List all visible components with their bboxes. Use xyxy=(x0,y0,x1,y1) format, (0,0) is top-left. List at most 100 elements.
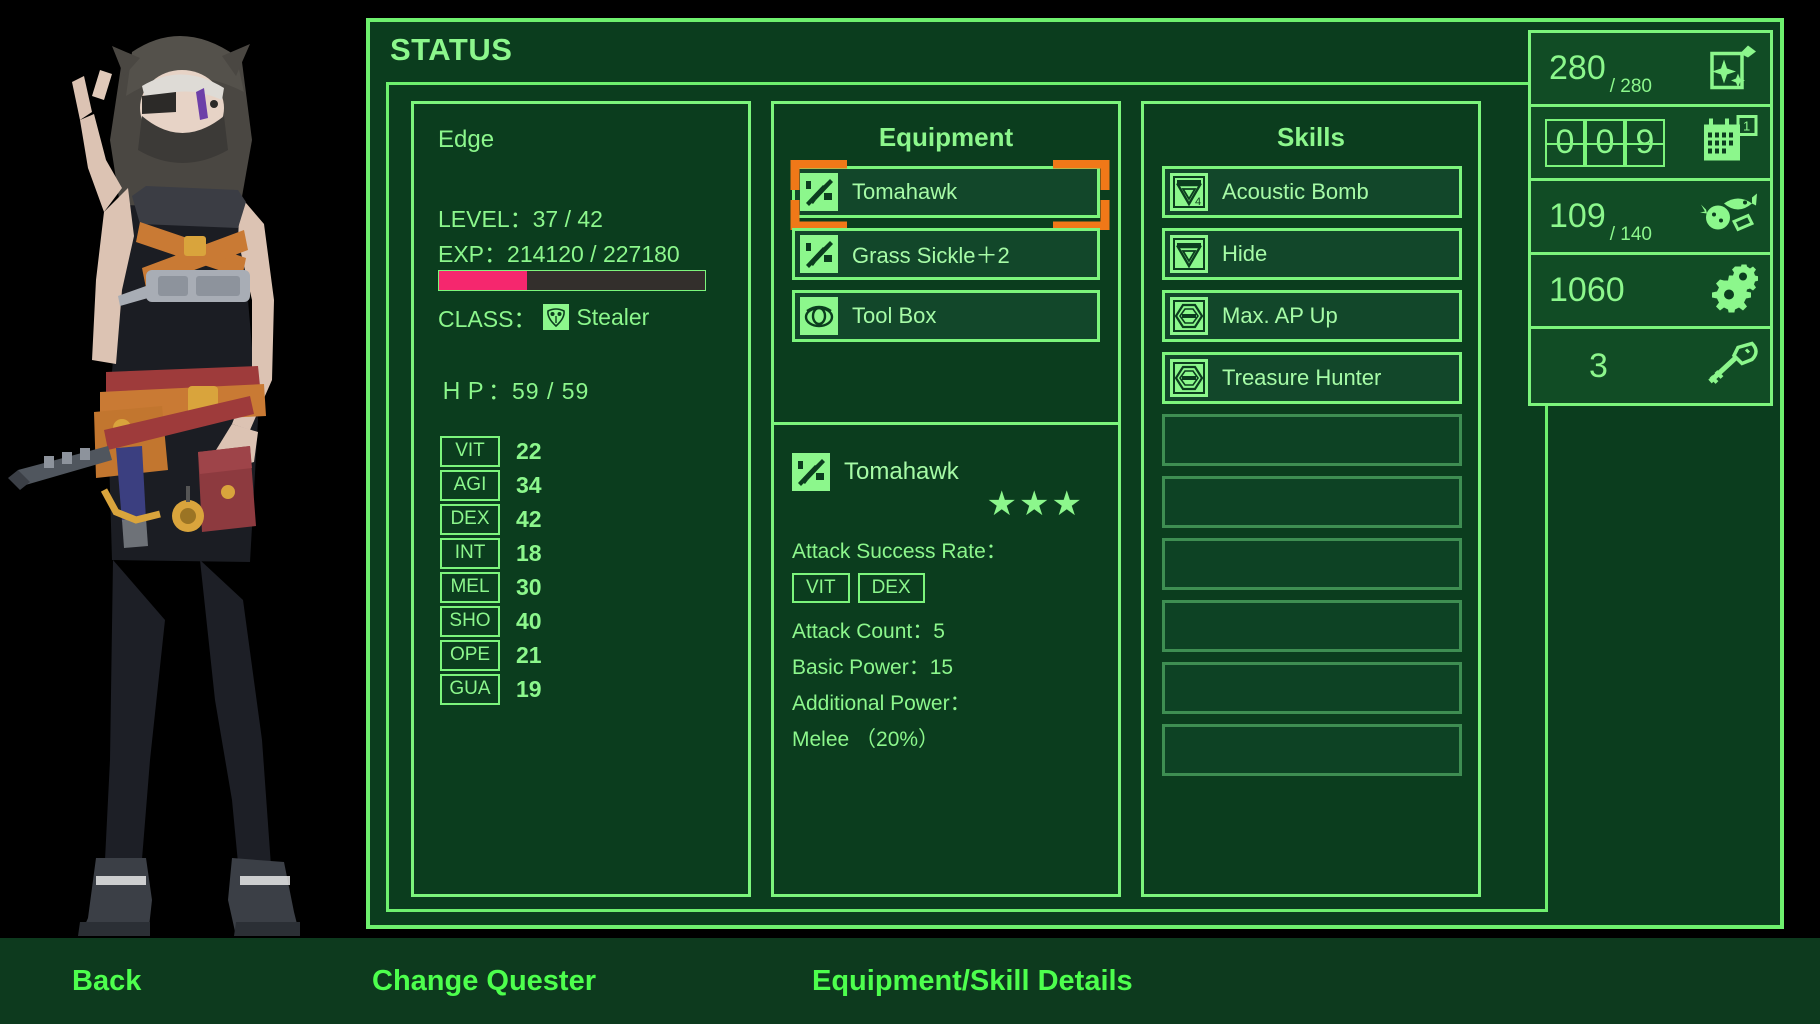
hexagon-passive-icon xyxy=(1170,297,1208,335)
triangle-hide-icon xyxy=(1170,235,1208,273)
character-portrait xyxy=(0,0,366,940)
day-digit: 0 xyxy=(1545,119,1585,167)
attack-success-rate-tags: VIT DEX xyxy=(792,573,925,603)
equipment-panel-title: Equipment xyxy=(774,122,1118,153)
svg-text:4: 4 xyxy=(1195,196,1201,208)
skills-panel: Skills 4 xyxy=(1141,101,1481,897)
bottom-action-bar: Back Change Quester Equipment/Skill Deta… xyxy=(0,938,1820,1024)
ring-accessory-icon xyxy=(800,297,838,335)
resource-rail: 280 / 280 0 0 9 xyxy=(1528,30,1773,406)
status-inner-frame: Edge LEVEL：37 / 42 EXP：214120 / 227180 C… xyxy=(386,82,1548,912)
skill-slot-empty[interactable] xyxy=(1162,662,1462,714)
resource-max: / 280 xyxy=(1610,76,1652,104)
change-quester-button[interactable]: Change Quester xyxy=(372,965,596,998)
hexagon-passive-icon xyxy=(1170,359,1208,397)
stat-value: 18 xyxy=(516,540,542,567)
exp-label: EXP：214120 / 227180 xyxy=(438,235,680,269)
stat-key: GUA xyxy=(440,674,500,705)
skill-slot-hide[interactable]: Hide xyxy=(1162,228,1462,280)
stat-key: OPE xyxy=(440,640,500,671)
equipment-skill-details-button[interactable]: Equipment/Skill Details xyxy=(812,965,1133,998)
skill-slot-empty[interactable] xyxy=(1162,538,1462,590)
equipment-item-label: Grass Sickle＋2 xyxy=(852,238,1010,270)
resource-row-day: 0 0 9 xyxy=(1531,107,1770,181)
resource-value: 1060 xyxy=(1549,271,1625,310)
basic-power-label: Basic Power：15 xyxy=(792,651,953,681)
knife-weapon-icon xyxy=(800,235,838,273)
resource-value: 109 xyxy=(1549,197,1606,236)
key-icon xyxy=(1702,340,1758,393)
knife-weapon-icon xyxy=(800,173,838,211)
stat-key: INT xyxy=(440,538,500,569)
fish-food-icon xyxy=(1700,191,1758,242)
resource-row-ap: 280 / 280 xyxy=(1531,33,1770,107)
skill-item-label: Max. AP Up xyxy=(1222,303,1338,329)
skill-slot-empty[interactable] xyxy=(1162,600,1462,652)
attack-success-rate-label: Attack Success Rate： xyxy=(792,535,1007,565)
character-name: Edge xyxy=(438,126,494,154)
equipment-detail-panel: Tomahawk ★★★ Attack Success Rate： VIT DE… xyxy=(774,422,1118,894)
skill-slot-treasure-hunter[interactable]: Treasure Hunter xyxy=(1162,352,1462,404)
stat-value: 40 xyxy=(516,608,542,635)
level-label: LEVEL：37 / 42 xyxy=(438,200,603,234)
resource-value: 3 xyxy=(1589,347,1608,386)
skill-slot-acoustic-bomb[interactable]: 4 Acoustic Bomb xyxy=(1162,166,1462,218)
skill-item-label: Hide xyxy=(1222,241,1267,267)
skill-slot-empty[interactable] xyxy=(1162,724,1462,776)
calendar-icon: 1 xyxy=(1700,114,1758,171)
day-digit: 0 xyxy=(1585,119,1625,167)
gears-icon xyxy=(1702,264,1758,317)
stat-key: DEX xyxy=(440,504,500,535)
stat-key: VIT xyxy=(440,436,500,467)
hp-label: ＨＰ：59 / 59 xyxy=(440,372,589,406)
skill-item-label: Acoustic Bomb xyxy=(1222,179,1369,205)
stat-key: SHO xyxy=(440,606,500,637)
day-counter: 0 0 9 xyxy=(1545,119,1665,167)
equipment-item-label: Tool Box xyxy=(852,303,936,329)
additional-power-label: Additional Power： xyxy=(792,687,971,717)
stat-row: INT 18 xyxy=(440,536,542,570)
skill-slot-max-ap-up[interactable]: Max. AP Up xyxy=(1162,290,1462,342)
page-title: STATUS xyxy=(390,32,512,68)
day-digit: 9 xyxy=(1625,119,1665,167)
character-stats-panel: Edge LEVEL：37 / 42 EXP：214120 / 227180 C… xyxy=(411,101,751,897)
equipment-panel: Equipment xyxy=(771,101,1121,897)
class-row: CLASS： Stealer xyxy=(438,300,649,334)
back-button[interactable]: Back xyxy=(72,965,141,998)
equipment-detail-name: Tomahawk xyxy=(844,458,959,486)
stat-value: 42 xyxy=(516,506,542,533)
stat-value: 22 xyxy=(516,438,542,465)
character-illustration xyxy=(0,0,366,940)
skills-panel-title: Skills xyxy=(1144,122,1478,153)
stealer-mask-icon xyxy=(543,304,569,330)
equipment-slot-tomahawk[interactable]: Tomahawk xyxy=(792,166,1100,218)
skill-item-label: Treasure Hunter xyxy=(1222,365,1381,391)
resource-value: 280 xyxy=(1549,49,1606,88)
resource-row-parts: 1060 xyxy=(1531,255,1770,329)
class-name: Stealer xyxy=(576,304,649,331)
equipment-item-label: Tomahawk xyxy=(852,179,957,205)
class-label: CLASS： xyxy=(438,300,536,334)
equipment-slot-grass-sickle[interactable]: Grass Sickle＋2 xyxy=(792,228,1100,280)
skills-slot-list: 4 Acoustic Bomb xyxy=(1162,166,1462,786)
skill-slot-empty[interactable] xyxy=(1162,476,1462,528)
stat-value: 30 xyxy=(516,574,542,601)
skill-slot-empty[interactable] xyxy=(1162,414,1462,466)
stat-row: DEX 42 xyxy=(440,502,542,536)
resource-row-keys: 3 xyxy=(1531,329,1770,403)
exp-progress-bar xyxy=(438,270,706,291)
additional-power-value: Melee （20%） xyxy=(792,723,939,753)
resource-row-food: 109 / 140 xyxy=(1531,181,1770,255)
stat-value: 19 xyxy=(516,676,542,703)
stat-row: MEL 30 xyxy=(440,570,542,604)
rarity-stars: ★★★ xyxy=(987,487,1084,521)
sparkle-canister-icon xyxy=(1704,41,1758,96)
stat-row: SHO 40 xyxy=(440,604,542,638)
exp-progress-fill xyxy=(439,271,527,290)
stat-row: VIT 22 xyxy=(440,434,542,468)
triangle-bomb-icon: 4 xyxy=(1170,173,1208,211)
stat-row: OPE 21 xyxy=(440,638,542,672)
resource-max: / 140 xyxy=(1610,224,1652,252)
equipment-slot-tool-box[interactable]: Tool Box xyxy=(792,290,1100,342)
success-tag: VIT xyxy=(792,573,850,603)
